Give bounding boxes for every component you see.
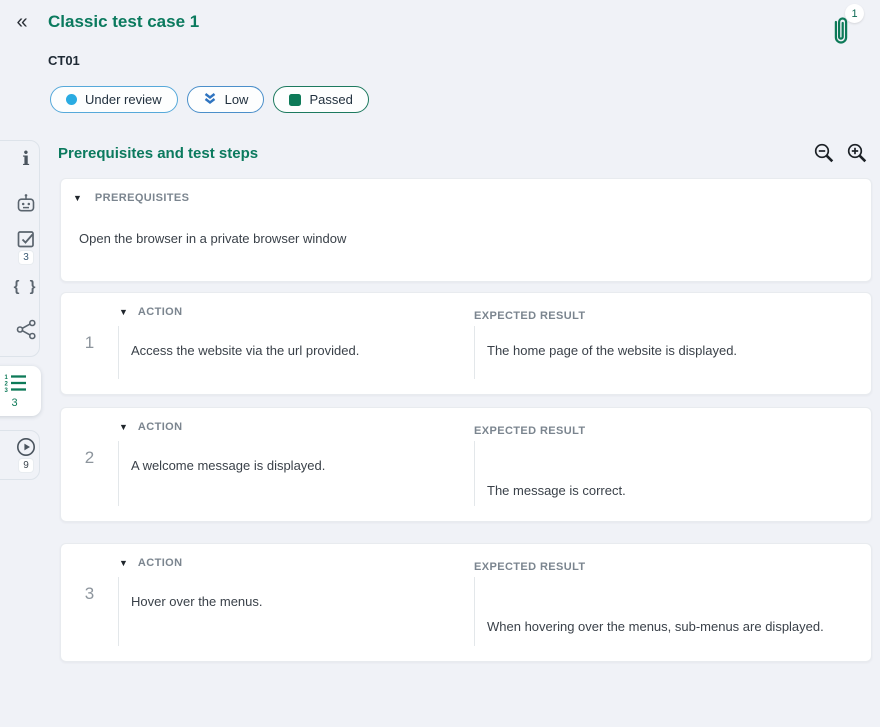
step-expected-header: EXPECTED RESULT	[474, 421, 586, 439]
sidebar-item-info[interactable]: i	[0, 148, 52, 170]
expected-result-label: EXPECTED RESULT	[474, 561, 586, 573]
share-icon	[15, 318, 38, 341]
collapse-triangle-icon[interactable]: ▼	[119, 308, 128, 317]
prerequisites-label: PREREQUISITES	[95, 192, 189, 204]
test-step-card: ▼ ACTION EXPECTED RESULT 3 Hover over th…	[60, 543, 872, 662]
sidebar-item-automation[interactable]	[0, 192, 52, 216]
expected-result-label: EXPECTED RESULT	[474, 310, 586, 322]
test-step-card: ▼ ACTION EXPECTED RESULT 1 Access the we…	[60, 292, 872, 395]
step-action-header: ▼ ACTION	[119, 306, 183, 318]
badge-row: Under review Low Passed	[50, 86, 369, 113]
result-badge[interactable]: Passed	[273, 86, 368, 113]
step-number: 1	[61, 333, 118, 353]
checklist-count-badge: 3	[19, 251, 33, 264]
priority-badge-label: Low	[225, 92, 249, 107]
info-icon: i	[22, 148, 29, 170]
step-expected-header: EXPECTED RESULT	[474, 306, 586, 324]
steps-count-badge: 3	[11, 397, 17, 409]
action-label: ACTION	[138, 421, 183, 433]
zoom-out-icon[interactable]	[813, 142, 835, 164]
action-label: ACTION	[138, 557, 183, 569]
svg-text:3: 3	[4, 388, 8, 392]
status-badge[interactable]: Under review	[50, 86, 178, 113]
page-title: Classic test case 1	[48, 12, 199, 32]
braces-icon: { }	[14, 278, 39, 295]
action-label: ACTION	[138, 306, 183, 318]
expected-result-label: EXPECTED RESULT	[474, 425, 586, 437]
chevron-double-down-icon	[203, 92, 217, 108]
step-number: 2	[61, 448, 118, 468]
step-action-header: ▼ ACTION	[119, 557, 183, 569]
test-step-card: ▼ ACTION EXPECTED RESULT 2 A welcome mes…	[60, 407, 872, 522]
step-expected-text[interactable]: The home page of the website is displaye…	[474, 326, 855, 379]
case-id: CT01	[48, 53, 80, 68]
sidebar-item-parameters[interactable]: { }	[0, 278, 52, 295]
svg-text:2: 2	[4, 382, 8, 388]
prerequisites-header: ▼ PREREQUISITES	[73, 192, 189, 204]
numbered-list-icon: 1 2 3	[3, 373, 27, 397]
section-title: Prerequisites and test steps	[58, 145, 258, 162]
prerequisites-card: ▼ PREREQUISITES Open the browser in a pr…	[60, 178, 872, 282]
step-number: 3	[61, 584, 118, 604]
step-expected-text[interactable]: When hovering over the menus, sub-menus …	[474, 577, 855, 646]
checkbox-icon	[15, 228, 37, 250]
zoom-tools	[813, 142, 868, 164]
svg-text:1: 1	[4, 375, 8, 381]
priority-badge[interactable]: Low	[187, 86, 265, 113]
result-badge-label: Passed	[309, 92, 352, 107]
step-action-text[interactable]: A welcome message is displayed.	[118, 441, 474, 506]
attachments-button[interactable]: 1	[828, 6, 862, 50]
step-action-text[interactable]: Access the website via the url provided.	[118, 326, 474, 379]
step-action-header: ▼ ACTION	[119, 421, 183, 433]
robot-icon	[14, 192, 38, 216]
collapse-triangle-icon[interactable]: ▼	[73, 194, 82, 203]
attachment-count-badge: 1	[845, 4, 864, 23]
step-expected-header: EXPECTED RESULT	[474, 557, 586, 575]
status-dot-icon	[66, 94, 77, 105]
zoom-in-icon[interactable]	[846, 142, 868, 164]
executions-count-badge: 9	[19, 459, 33, 472]
collapse-triangle-icon[interactable]: ▼	[119, 423, 128, 432]
play-circle-icon	[15, 436, 37, 458]
sidebar-item-share[interactable]	[0, 318, 52, 341]
step-action-text[interactable]: Hover over the menus.	[118, 577, 474, 646]
status-badge-label: Under review	[85, 92, 162, 107]
back-button[interactable]: «	[8, 8, 36, 36]
sidebar-item-steps[interactable]: 1 2 3 3	[0, 366, 41, 416]
step-expected-text[interactable]: The message is correct.	[474, 441, 855, 506]
test-case-page: « Classic test case 1 CT01 Under review …	[0, 0, 880, 727]
collapse-triangle-icon[interactable]: ▼	[119, 559, 128, 568]
sidebar-item-checklist[interactable]: 3	[0, 228, 52, 264]
result-square-icon	[289, 94, 301, 106]
prerequisites-text[interactable]: Open the browser in a private browser wi…	[79, 231, 346, 246]
sidebar-item-executions[interactable]: 9	[0, 436, 52, 472]
